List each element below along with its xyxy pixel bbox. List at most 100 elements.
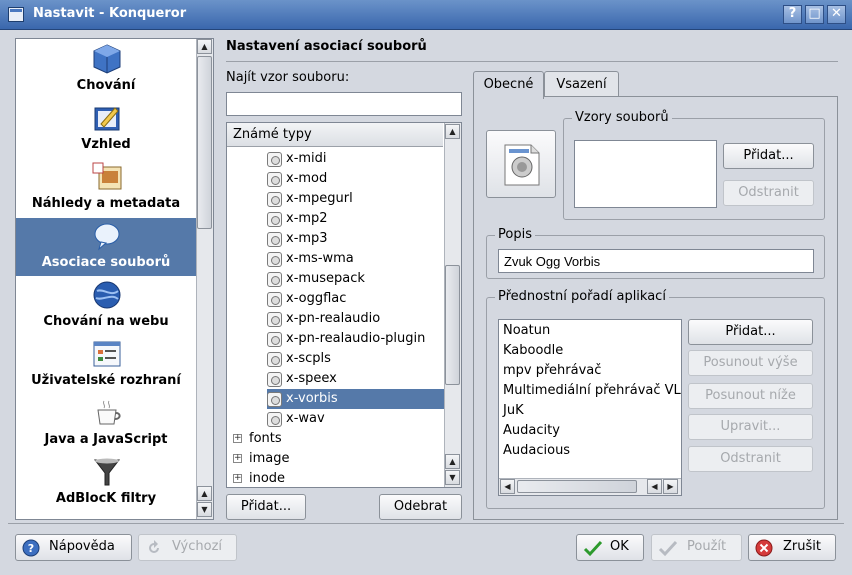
user-interface-icon (93, 341, 121, 367)
scroll-up-arrow-icon[interactable]: ▲ (197, 39, 212, 54)
remove-app-button[interactable]: Odstranit (688, 446, 813, 472)
audio-file-icon (267, 412, 282, 427)
scroll-up-arrow-icon[interactable]: ▲ (445, 124, 460, 139)
title-bar: Nastavit - Konqueror ? □ ✕ (0, 0, 852, 30)
sidebar-item-file-associations[interactable]: Asociace souborů (16, 218, 196, 276)
close-window-button[interactable]: ✕ (827, 5, 846, 24)
file-patterns-group: Vzory souborů Přidat... Odstranit (563, 110, 825, 220)
maximize-window-button[interactable]: □ (805, 5, 824, 24)
help-icon: ? (22, 539, 40, 557)
tab-embedding[interactable]: Vsazení (544, 71, 619, 97)
scroll-down-arrow-icon[interactable]: ▼ (445, 470, 460, 485)
sidebar-item-label: Chování (76, 78, 136, 93)
search-label: Najít vzor souboru: (226, 70, 350, 85)
list-item[interactable]: Noatun (503, 323, 550, 338)
scrollbar-thumb[interactable] (445, 265, 460, 385)
add-type-button[interactable]: Přidat... (226, 494, 306, 520)
cube-behaviour-icon (93, 44, 121, 74)
help-window-button[interactable]: ? (783, 5, 802, 24)
app-list-hscrollbar[interactable]: ◀ ◀ ▶ (499, 478, 681, 495)
file-patterns-list[interactable] (574, 140, 717, 208)
tree-scrollbar[interactable]: ▲ ▲ ▼ (444, 123, 461, 487)
tree-item-selected[interactable]: x-vorbis (267, 389, 444, 409)
audio-file-icon (267, 172, 282, 187)
expand-plus-icon[interactable]: + (233, 454, 242, 463)
group-label: Přednostní pořadí aplikací (495, 289, 669, 304)
application-list[interactable]: Noatun Kaboodle mpv přehrávač Multimediá… (498, 319, 682, 496)
add-pattern-button[interactable]: Přidat... (723, 143, 814, 169)
group-label: Vzory souborů (572, 110, 672, 125)
sidebar-item-label: Uživatelské rozhraní (31, 373, 181, 388)
tab-general-panel: Vzory souborů Přidat... Odstranit Popis … (473, 96, 838, 520)
audio-file-icon (267, 292, 282, 307)
tab-general[interactable]: Obecné (473, 71, 544, 99)
reload-icon (149, 540, 159, 553)
sidebar-item-user-interface[interactable]: Uživatelské rozhraní (16, 336, 196, 394)
edit-app-button[interactable]: Upravit... (688, 414, 813, 440)
remove-type-button[interactable]: Odebrat (379, 494, 462, 520)
description-field[interactable] (498, 249, 814, 273)
list-item[interactable]: Audacity (503, 423, 560, 438)
scrollbar-thumb[interactable] (517, 480, 637, 493)
audio-file-icon (267, 212, 282, 227)
sidebar-item-label: Vzhled (81, 137, 131, 152)
sidebar-item-label: AdBlocK filtry (55, 491, 157, 506)
list-item[interactable]: JuK (503, 403, 524, 418)
audio-file-icon (267, 312, 282, 327)
audio-file-icon (267, 192, 282, 207)
group-label: Popis (495, 227, 535, 242)
scroll-left-arrow-icon[interactable]: ◀ (500, 479, 515, 494)
audio-file-icon (267, 272, 282, 287)
scrollbar-thumb[interactable] (197, 56, 212, 229)
sidebar-item-label: Náhledy a metadata (31, 196, 181, 211)
sidebar-item-adblock[interactable]: AdBlocK filtry (16, 454, 196, 512)
sidebar-item-behaviour[interactable]: Chování (16, 41, 196, 99)
apply-button[interactable]: Použít (651, 534, 742, 561)
audio-file-icon (504, 144, 540, 186)
checkmark-icon (583, 540, 603, 557)
globe-icon (93, 281, 121, 309)
scroll-up-arrow-icon[interactable]: ▲ (197, 486, 212, 501)
sidebar-scrollbar[interactable]: ▲ ▲ ▼ (196, 39, 213, 519)
expand-plus-icon[interactable]: + (233, 434, 242, 443)
cancel-button[interactable]: Zrušit (748, 534, 836, 561)
list-item[interactable]: Kaboodle (503, 343, 563, 358)
add-app-button[interactable]: Přidat... (688, 319, 813, 345)
java-cup-icon (97, 400, 121, 425)
move-down-button[interactable]: Posunout níže (688, 383, 813, 409)
cancel-button-label: Zrušit (783, 539, 821, 554)
scroll-left-arrow-icon[interactable]: ◀ (647, 479, 662, 494)
paint-appearance-icon (94, 107, 120, 131)
tree-header: Známé typy (227, 123, 443, 147)
sidebar-item-previews[interactable]: Náhledy a metadata (16, 159, 196, 217)
scroll-down-arrow-icon[interactable]: ▼ (197, 502, 212, 517)
defaults-button[interactable]: Výchozí (138, 534, 237, 561)
remove-pattern-button[interactable]: Odstranit (723, 180, 814, 206)
ok-button-label: OK (610, 539, 629, 554)
sidebar-item-label: Chování na webu (43, 314, 169, 329)
list-item[interactable]: Multimediální přehrávač VL (503, 383, 681, 398)
list-item[interactable]: Audacious (503, 443, 570, 458)
window-app-icon (8, 7, 24, 22)
audio-file-icon (267, 372, 282, 387)
sidebar-item-label: Asociace souborů (41, 255, 171, 270)
expand-plus-icon[interactable]: + (233, 474, 242, 483)
list-item[interactable]: mpv přehrávač (503, 363, 601, 378)
funnel-filter-icon (93, 458, 121, 486)
search-input[interactable] (226, 92, 462, 116)
divider (8, 523, 844, 524)
audio-file-icon (267, 252, 282, 267)
ok-button[interactable]: OK (576, 534, 644, 561)
scroll-up-arrow-icon[interactable]: ▲ (445, 454, 460, 469)
move-up-button[interactable]: Posunout výše (688, 350, 813, 376)
sidebar-item-web-behaviour[interactable]: Chování na webu (16, 277, 196, 335)
cancel-icon (755, 539, 773, 557)
help-button[interactable]: ? Nápověda (15, 534, 132, 561)
description-group: Popis (486, 227, 825, 279)
scroll-right-arrow-icon[interactable]: ▶ (663, 479, 678, 494)
sidebar-item-appearance[interactable]: Vzhled (16, 100, 196, 158)
sidebar-item-label: Java a JavaScript (44, 432, 168, 447)
mime-type-tree[interactable]: Známé typy x-midi x-mod x-mpegurl x-mp2 … (226, 122, 462, 488)
mime-icon-button[interactable] (486, 130, 556, 198)
sidebar-item-java-javascript[interactable]: Java a JavaScript (16, 395, 196, 453)
